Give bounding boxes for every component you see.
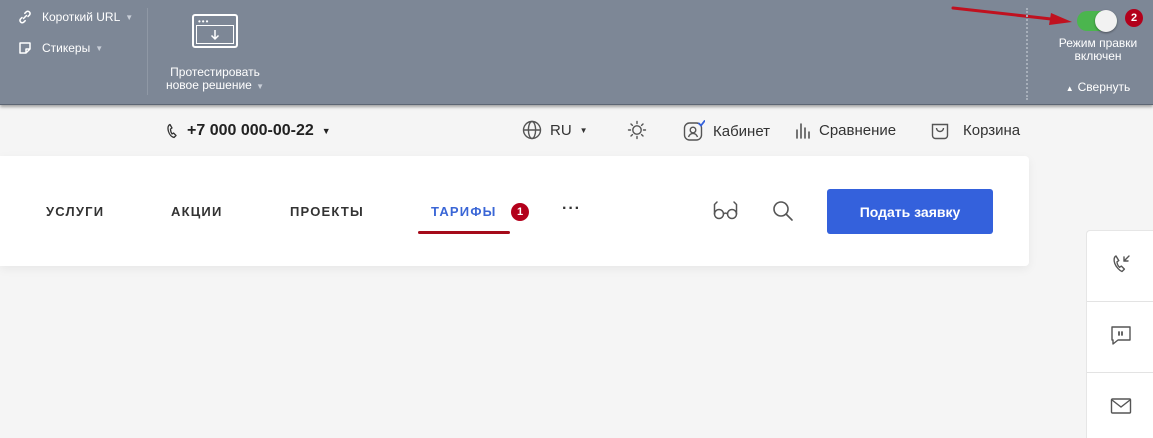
phone-number: +7 000 000-00-22 bbox=[187, 122, 314, 139]
pointer-arrow-annotation bbox=[951, 6, 1072, 25]
mail-icon bbox=[1110, 397, 1132, 420]
chevron-down-icon: ▼ bbox=[253, 82, 264, 91]
chat-icon bbox=[1110, 324, 1132, 351]
short-url-menu[interactable]: Короткий URL ▼ bbox=[16, 9, 133, 25]
test-solution-line2: новое решение bbox=[165, 78, 252, 92]
chevron-down-icon: ▼ bbox=[125, 12, 134, 22]
main-menu: УСЛУГИ АКЦИИ ПРОЕКТЫ ТАРИФЫ 1 ··· Подать… bbox=[0, 156, 1029, 266]
chevron-down-icon: ▼ bbox=[321, 126, 331, 136]
stickers-label: Стикеры bbox=[42, 41, 91, 55]
dotted-divider bbox=[1026, 8, 1028, 100]
glasses-icon[interactable] bbox=[713, 200, 738, 222]
nav-item-services[interactable]: УСЛУГИ bbox=[46, 204, 104, 219]
divider bbox=[147, 8, 148, 95]
phone-icon bbox=[166, 123, 178, 139]
admin-panel: Короткий URL ▼ Стикеры ▼ ••• Протестиров… bbox=[0, 0, 1153, 105]
short-url-label: Короткий URL bbox=[42, 10, 121, 24]
sun-icon bbox=[627, 120, 647, 140]
search-icon[interactable] bbox=[772, 200, 794, 222]
edit-mode-line2: включен bbox=[1074, 49, 1122, 63]
nav-badge: 1 bbox=[511, 203, 529, 221]
chat-button[interactable] bbox=[1087, 302, 1153, 372]
edit-mode-toggle[interactable] bbox=[1077, 10, 1117, 32]
active-nav-underline bbox=[418, 231, 510, 234]
phone-dropdown[interactable]: +7 000 000-00-22 ▼ bbox=[166, 122, 331, 140]
nav-item-promotions[interactable]: АКЦИИ bbox=[171, 204, 223, 219]
triangle-up-icon: ▲ bbox=[1065, 84, 1074, 93]
globe-icon bbox=[522, 120, 542, 140]
header-topline: +7 000 000-00-22 ▼ RU ▼ Кабинет Сравнени… bbox=[0, 106, 1153, 156]
more-menu-button[interactable]: ··· bbox=[562, 200, 581, 218]
download-window-icon: ••• bbox=[192, 14, 238, 48]
stickers-menu[interactable]: Стикеры ▼ bbox=[16, 40, 103, 56]
edit-mode-label: Режим правки включен bbox=[1048, 37, 1148, 63]
link-icon bbox=[16, 9, 34, 25]
compare-link[interactable]: Сравнение bbox=[795, 120, 896, 140]
user-icon bbox=[683, 120, 705, 142]
submit-request-button[interactable]: Подать заявку bbox=[827, 189, 993, 234]
test-solution-button[interactable]: ••• Протестировать новое решение ▼ bbox=[163, 14, 267, 93]
test-solution-label: Протестировать новое решение ▼ bbox=[163, 66, 267, 93]
callback-button[interactable] bbox=[1087, 231, 1153, 301]
nav-item-projects[interactable]: ПРОЕКТЫ bbox=[290, 204, 364, 219]
toggle-knob bbox=[1095, 10, 1117, 32]
edit-mode-badge: 2 bbox=[1125, 9, 1143, 27]
mail-button[interactable] bbox=[1087, 373, 1153, 438]
compare-label: Сравнение bbox=[819, 121, 897, 139]
nav-item-tariffs[interactable]: ТАРИФЫ bbox=[431, 204, 497, 219]
contact-widget-panel bbox=[1086, 230, 1153, 438]
language-selector[interactable]: RU ▼ bbox=[522, 120, 588, 140]
sticker-icon bbox=[16, 40, 34, 56]
cart-label: Корзина bbox=[963, 121, 1021, 139]
cabinet-link[interactable]: Кабинет bbox=[683, 120, 770, 142]
theme-toggle[interactable] bbox=[627, 120, 655, 140]
cart-link[interactable]: Корзина bbox=[930, 120, 1020, 140]
language-label: RU bbox=[550, 121, 572, 139]
callback-icon bbox=[1110, 253, 1132, 280]
chevron-down-icon: ▼ bbox=[95, 43, 104, 53]
bag-icon bbox=[930, 120, 950, 140]
collapse-button[interactable]: ▲ Свернуть bbox=[1053, 80, 1143, 94]
collapse-label: Свернуть bbox=[1077, 80, 1131, 94]
bar-chart-icon bbox=[795, 120, 811, 140]
cabinet-label: Кабинет bbox=[713, 122, 771, 140]
chevron-down-icon: ▼ bbox=[579, 125, 588, 135]
